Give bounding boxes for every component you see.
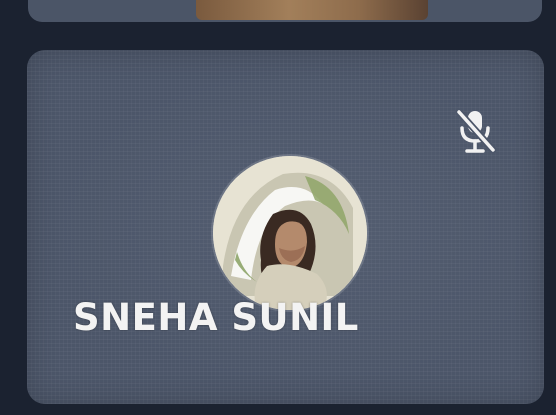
avatar [213,156,367,310]
mic-off-icon [455,108,497,154]
participant-tile[interactable]: SNEHA SUNIL [27,50,544,404]
video-call-grid: SNEHA SUNIL [0,0,556,415]
participant-video-feed [196,0,428,20]
profile-photo [213,156,367,310]
participant-tile-partial[interactable] [28,0,542,22]
participant-name: SNEHA SUNIL [73,296,359,339]
